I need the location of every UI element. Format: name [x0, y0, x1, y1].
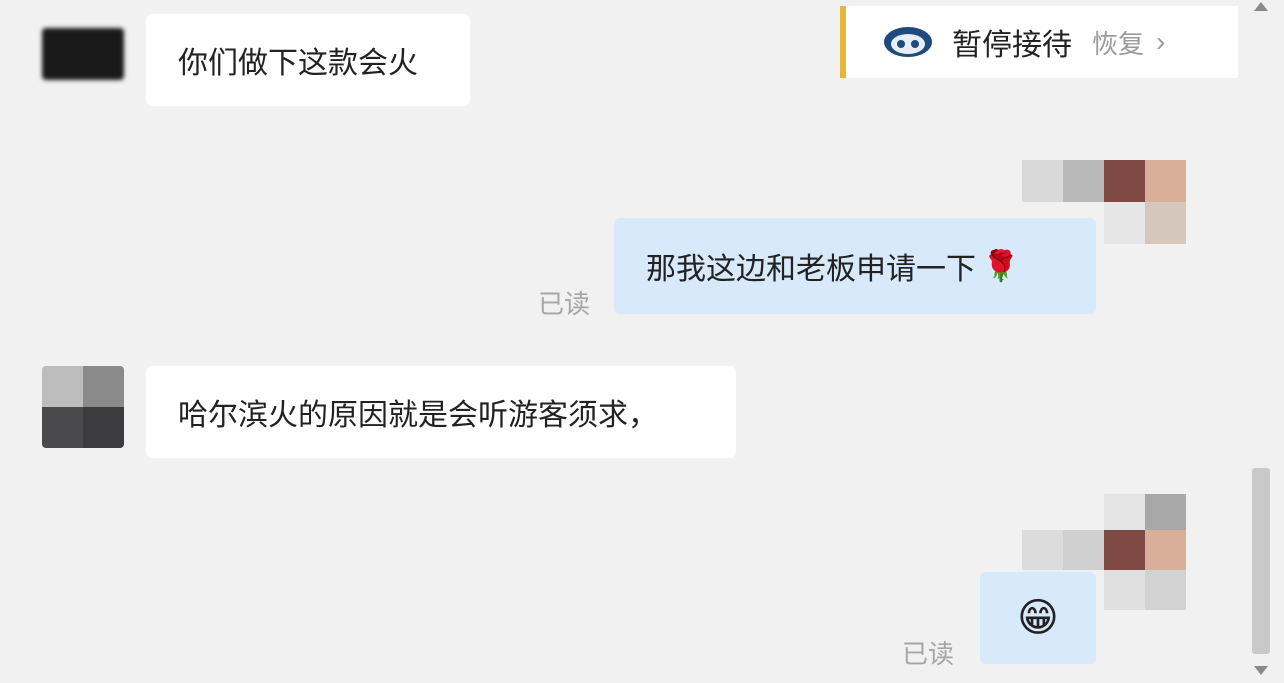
message-text: 哈尔滨火的原因就是会听游客须求， [178, 399, 658, 432]
reception-status-card[interactable]: 暂停接待 恢复 › [840, 6, 1238, 78]
robot-icon [884, 27, 932, 57]
message-text: 那我这边和老板申请一下 [646, 253, 976, 286]
rose-emoji: 🌹 [982, 249, 1020, 283]
outgoing-message: 那我这边和老板申请一下 🌹 [614, 218, 1096, 314]
resume-button[interactable]: 恢复 [1092, 24, 1144, 61]
read-receipt: 已读 [902, 639, 955, 669]
grin-emoji: 😁 [1017, 596, 1059, 640]
scroll-up-arrow[interactable] [1254, 2, 1268, 11]
scrollbar-thumb[interactable] [1252, 468, 1270, 654]
chevron-right-icon[interactable]: › [1156, 26, 1165, 58]
contact-avatar[interactable] [42, 366, 124, 448]
incoming-message: 你们做下这款会火 [146, 14, 470, 106]
contact-avatar[interactable] [42, 28, 124, 80]
outgoing-message: 😁 [980, 572, 1096, 664]
scroll-down-arrow[interactable] [1254, 666, 1268, 675]
message-text: 你们做下这款会火 [178, 47, 418, 80]
read-receipt: 已读 [538, 289, 591, 319]
incoming-message: 哈尔滨火的原因就是会听游客须求， [146, 366, 736, 458]
status-title: 暂停接待 [952, 29, 1072, 62]
